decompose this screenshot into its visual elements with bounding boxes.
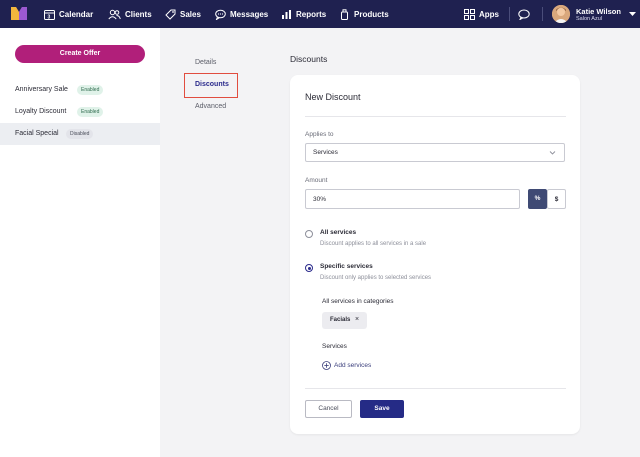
user-menu[interactable]: Katie Wilson Salon Azul (552, 4, 640, 24)
nav-clients[interactable]: Clients (108, 0, 152, 28)
top-nav-bar: 3 Calendar Clients Sales Messages Report… (0, 0, 640, 28)
nav-divider (542, 7, 543, 21)
nav-products[interactable]: Products (339, 0, 389, 28)
nav-divider (509, 7, 510, 21)
tab-advanced[interactable]: Advanced (195, 103, 226, 110)
products-icon (341, 8, 348, 20)
categories-label: All services in categories (322, 298, 394, 305)
specific-services-title: Specific services (320, 263, 373, 270)
close-icon[interactable]: × (355, 316, 359, 323)
offer-item-anniversary-sale[interactable]: Anniversary Sale Enabled (0, 79, 160, 101)
card-title: New Discount (305, 92, 361, 102)
divider (305, 116, 566, 117)
nav-reports[interactable]: Reports (281, 0, 326, 28)
nav-products-label: Products (354, 9, 389, 19)
nav-apps[interactable]: Apps (464, 0, 499, 28)
reports-icon (282, 9, 291, 19)
divider (305, 388, 566, 389)
all-services-description: Discount applies to all services in a sa… (320, 241, 427, 247)
sales-tag-icon (165, 9, 176, 20)
category-chip: Facials × (322, 312, 367, 329)
nav-calendar[interactable]: 3 Calendar (44, 0, 93, 28)
apps-grid-icon (464, 8, 475, 20)
calendar-icon: 3 (44, 9, 55, 20)
nav-clients-label: Clients (125, 9, 152, 19)
svg-text:3: 3 (48, 14, 51, 20)
messages-icon (215, 9, 226, 20)
offer-name: Anniversary Sale (15, 86, 68, 93)
brand-logo-icon[interactable] (11, 7, 27, 20)
user-name: Katie Wilson (576, 7, 621, 16)
nav-messages[interactable]: Messages (215, 0, 268, 28)
create-offer-button[interactable]: Create Offer (15, 45, 145, 63)
nav-sales-label: Sales (180, 9, 201, 19)
amount-input[interactable]: 30% (305, 189, 520, 209)
applies-to-select[interactable]: Services (305, 143, 565, 162)
cancel-button[interactable]: Cancel (305, 400, 352, 418)
nav-messages-label: Messages (230, 9, 269, 19)
all-services-radio[interactable] (305, 230, 313, 238)
nav-apps-label: Apps (479, 9, 499, 19)
nav-calendar-label: Calendar (59, 9, 94, 19)
specific-services-radio[interactable] (305, 264, 313, 272)
applies-to-value: Services (313, 149, 338, 156)
chip-label: Facials (330, 317, 351, 323)
add-services-button[interactable]: Add services (322, 360, 371, 370)
save-button[interactable]: Save (360, 400, 404, 418)
avatar (552, 5, 570, 23)
services-label: Services (322, 343, 347, 350)
caret-down-icon (629, 12, 636, 16)
amount-value: 30% (313, 196, 327, 203)
amount-label: Amount (305, 177, 328, 184)
nav-sales[interactable]: Sales (165, 0, 201, 28)
plus-circle-icon (322, 360, 331, 370)
new-discount-card (290, 75, 580, 434)
chat-bubble-icon (518, 9, 530, 20)
applies-to-label: Applies to (305, 131, 334, 138)
offer-item-loyalty-discount[interactable]: Loyalty Discount Enabled (0, 101, 160, 123)
status-badge: Enabled (77, 85, 104, 95)
page-title: Discounts (290, 54, 328, 64)
offer-name: Loyalty Discount (15, 108, 67, 115)
tab-discounts[interactable]: Discounts (195, 81, 229, 88)
offer-item-facial-special[interactable]: Facial Special Disabled (0, 123, 160, 145)
clients-icon (108, 9, 121, 19)
status-badge: Enabled (77, 107, 104, 117)
offer-name: Facial Special (15, 130, 59, 137)
dollar-toggle[interactable]: $ (547, 189, 566, 209)
chevron-down-icon (549, 151, 556, 155)
offers-sidebar: Create Offer Anniversary Sale Enabled Lo… (0, 28, 160, 457)
user-location: Salon Azul (576, 16, 602, 22)
status-badge: Disabled (66, 129, 94, 139)
tab-details[interactable]: Details (195, 59, 216, 66)
add-services-label: Add services (334, 361, 372, 369)
all-services-title: All services (320, 229, 357, 236)
nav-reports-label: Reports (296, 9, 327, 19)
percent-toggle[interactable]: % (528, 189, 547, 209)
specific-services-description: Discount only applies to selected servic… (320, 275, 432, 281)
chat-button[interactable] (518, 0, 530, 28)
